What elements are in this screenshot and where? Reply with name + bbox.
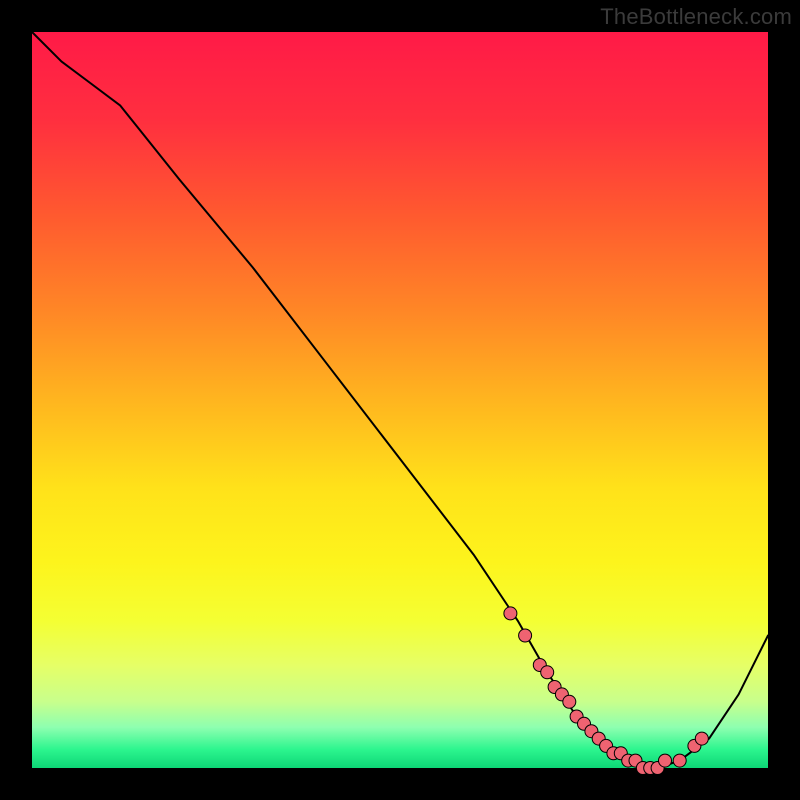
valley-dot xyxy=(519,629,532,642)
valley-dot xyxy=(659,754,672,767)
valley-dot xyxy=(541,666,554,679)
valley-dot xyxy=(504,607,517,620)
plot-background xyxy=(32,32,768,768)
chart-svg xyxy=(0,0,800,800)
chart-stage: { "watermark": "TheBottleneck.com", "col… xyxy=(0,0,800,800)
valley-dot xyxy=(563,695,576,708)
valley-dot xyxy=(673,754,686,767)
valley-dot xyxy=(695,732,708,745)
